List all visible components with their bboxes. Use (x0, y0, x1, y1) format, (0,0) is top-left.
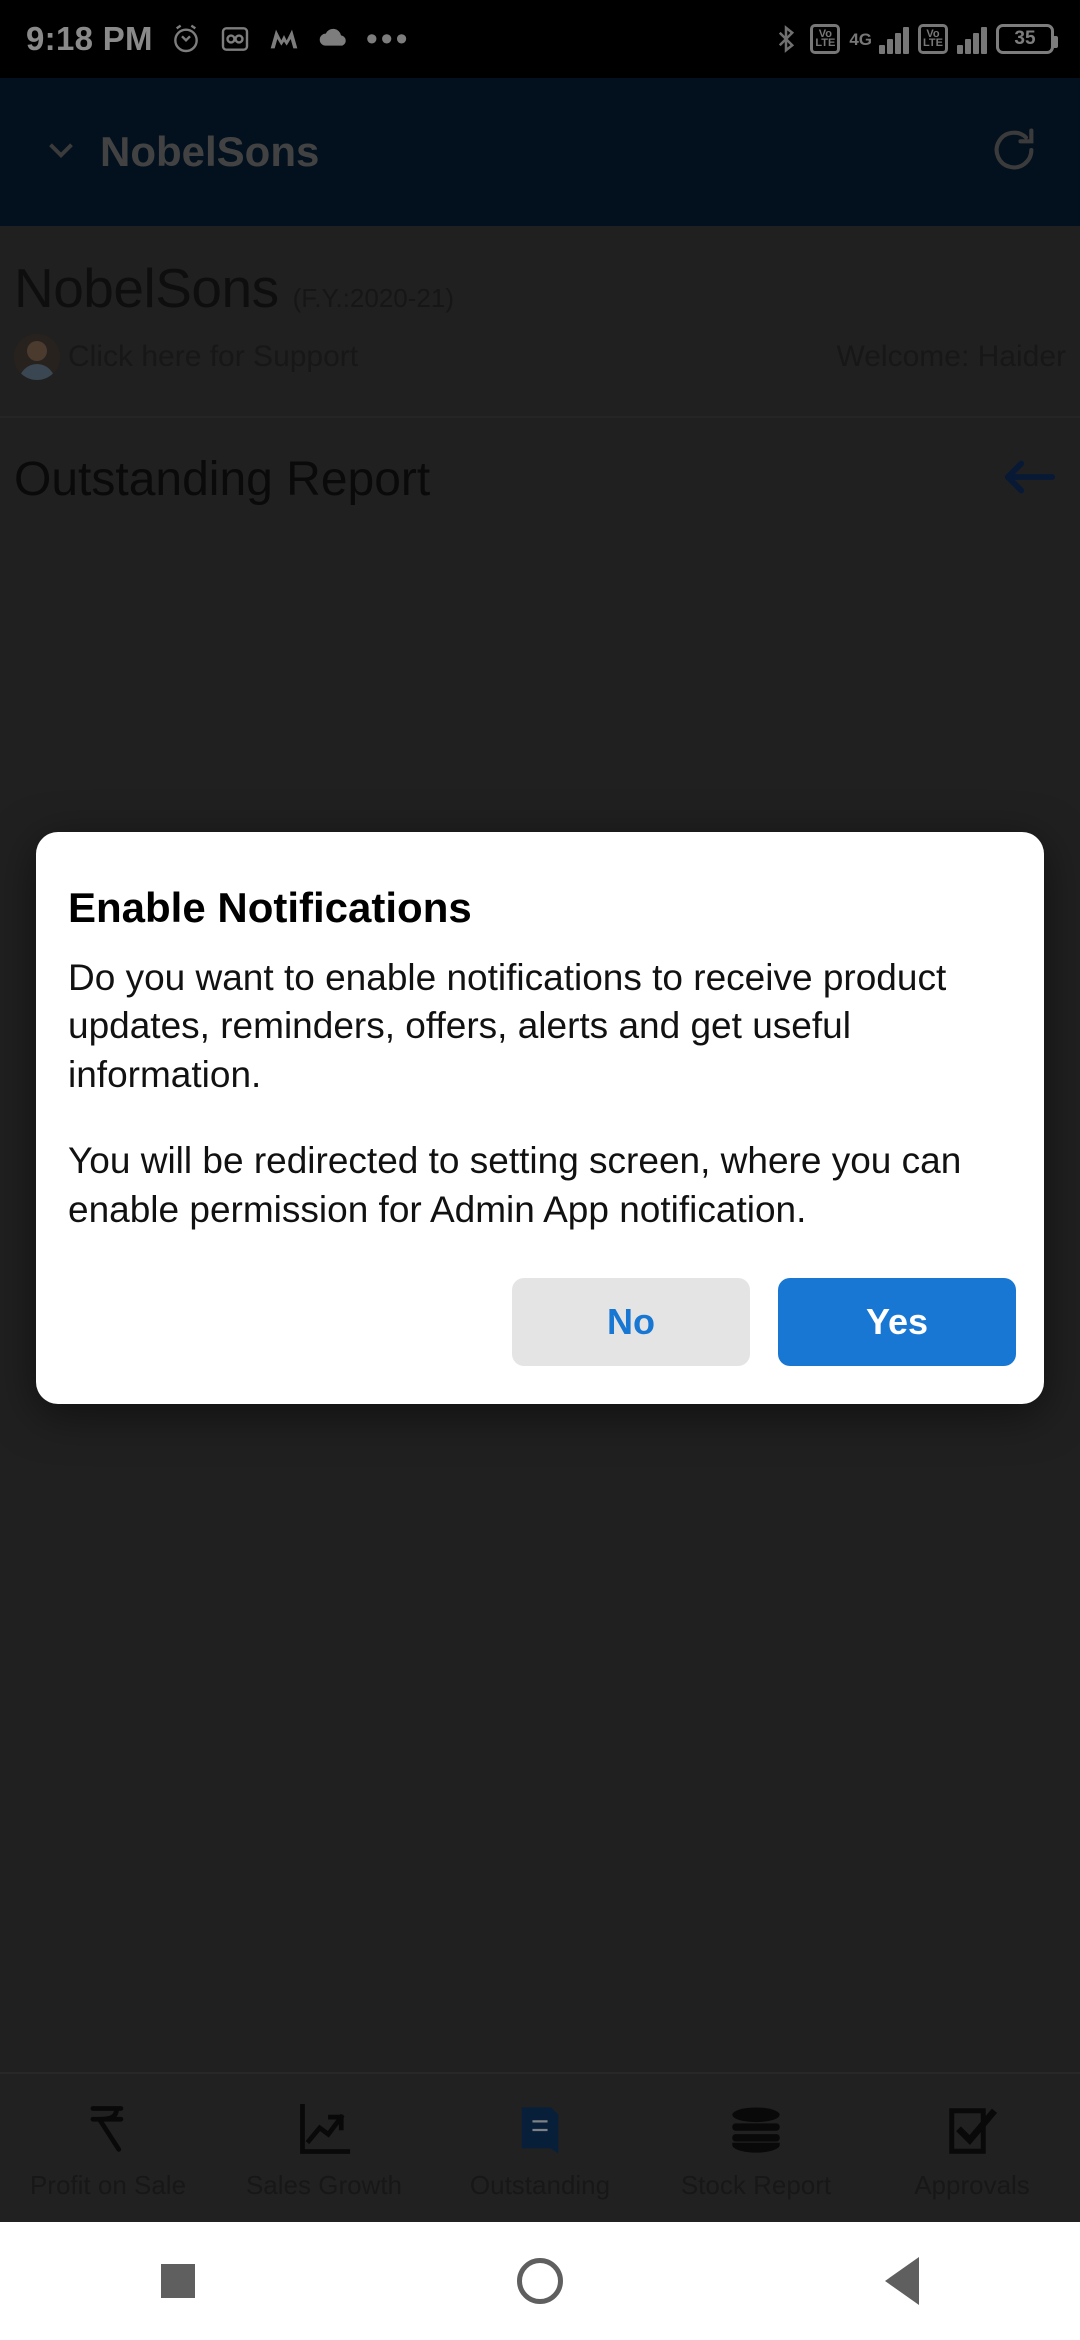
dialog-actions: No Yes (64, 1234, 1016, 1404)
phone-screen: 9:18 PM ••• Vo LTE 4G Vo LTE 35 NobelSon… (0, 0, 1080, 2340)
circle-icon[interactable] (517, 2258, 563, 2304)
yes-button[interactable]: Yes (778, 1278, 1016, 1367)
android-nav-bar (0, 2222, 1080, 2340)
no-button[interactable]: No (512, 1278, 750, 1367)
square-icon[interactable] (161, 2264, 195, 2298)
dialog-title: Enable Notifications (68, 884, 472, 931)
enable-notifications-dialog: Enable Notifications Do you want to enab… (36, 832, 1044, 1405)
triangle-back-icon[interactable] (885, 2257, 919, 2305)
dialog-body: Do you want to enable notifications to r… (64, 954, 1016, 1234)
dialog-paragraph-2: You will be redirected to setting screen… (68, 1140, 962, 1230)
dialog-paragraph-1: Do you want to enable notifications to r… (68, 957, 947, 1095)
